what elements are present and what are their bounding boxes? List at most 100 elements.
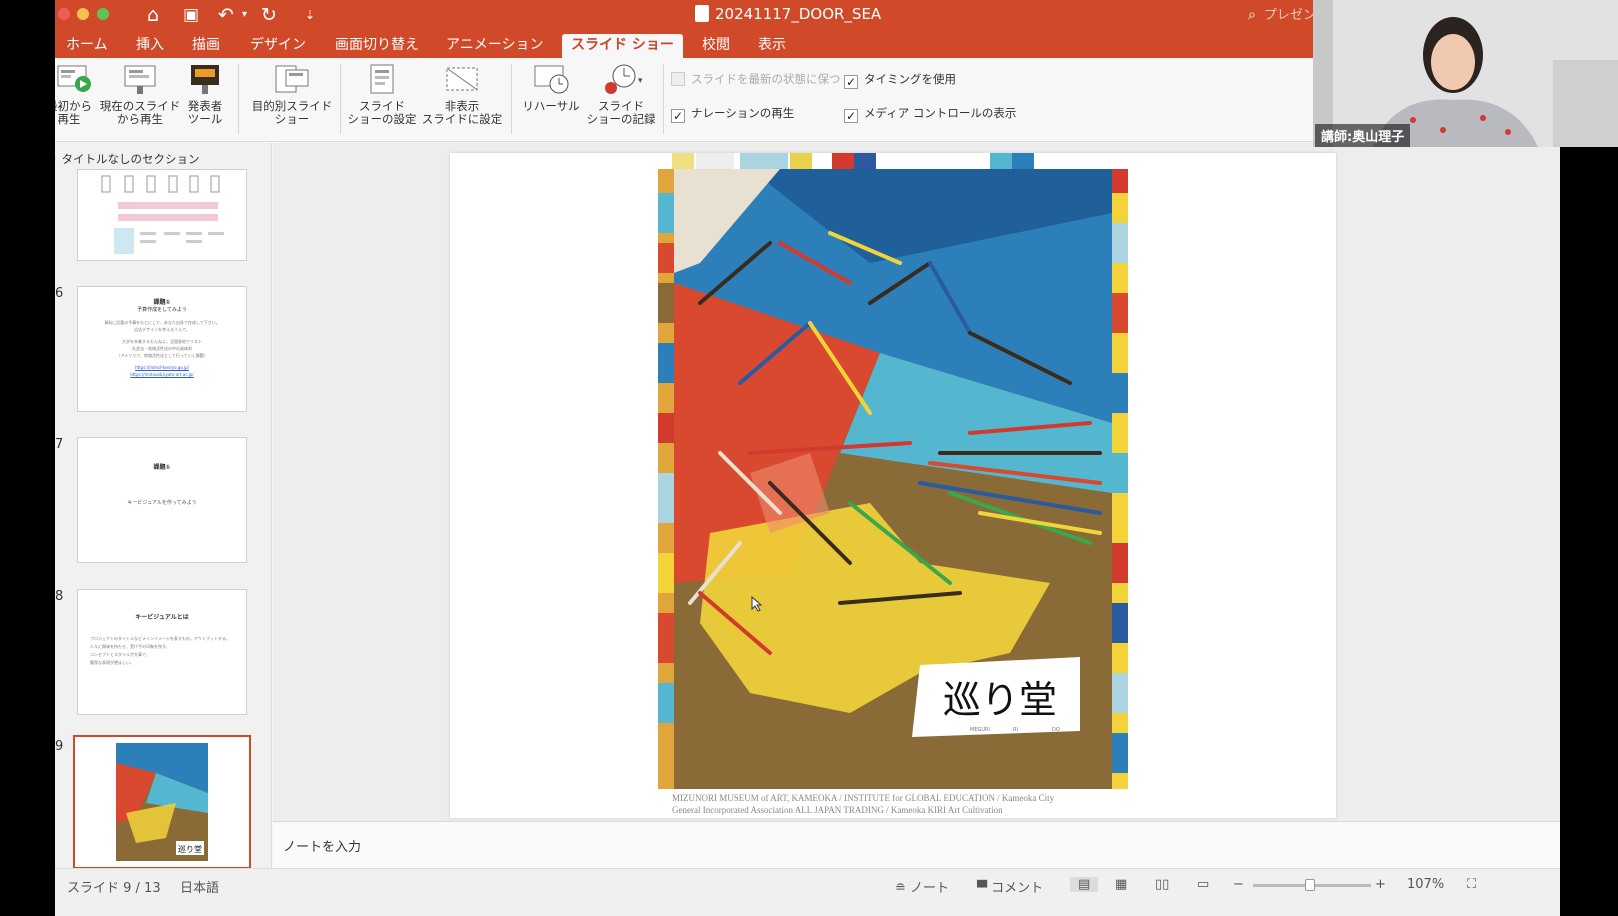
notes-button-label: ノート xyxy=(910,881,950,896)
customize-toolbar-icon[interactable]: ⇣ xyxy=(305,2,315,28)
poster-credit-line: General Incorporated Association ALL JAP… xyxy=(672,805,1003,815)
play-from-start-icon xyxy=(56,62,92,96)
slide-number: 8 xyxy=(55,589,64,604)
collapse-arrow-icon: ▾ xyxy=(55,156,56,166)
play-from-start-button[interactable]: 最初から 再生 xyxy=(55,62,93,126)
thumbnail-logo-text: 巡り堂 xyxy=(178,844,202,854)
notes-pane[interactable]: ノートを入力 xyxy=(273,821,1560,868)
zoom-slider-thumb[interactable] xyxy=(1305,879,1315,891)
thumbnail-body-line: 資料に記載の予算をもとにして、あなた自身で作成して下さい。 xyxy=(104,320,220,325)
current-slide[interactable]: 巡り堂 MEGURI RI DO MIZUNORI MUSEUM of ART,… xyxy=(450,153,1336,818)
slide-sorter-view-icon[interactable]: ▦ xyxy=(1115,877,1127,892)
thumbnail-diagram xyxy=(101,175,224,254)
tab-design[interactable]: デザイン xyxy=(241,34,315,58)
section-header[interactable]: ▾ タイトルなしのセクション xyxy=(55,151,200,167)
slide-thumbnail-selected[interactable]: 巡り堂 xyxy=(73,735,251,869)
checkbox-box xyxy=(671,72,685,86)
tab-insert[interactable]: 挿入 xyxy=(127,34,173,58)
zoom-level[interactable]: 107% xyxy=(1407,877,1444,892)
presenter-tools-button[interactable]: 発表者 ツール xyxy=(183,62,227,126)
custom-slideshow-label: 目的別スライド ショー xyxy=(251,99,333,126)
save-icon[interactable]: ▣ xyxy=(183,2,199,28)
slide-thumbnail[interactable]: 課題① 予算作成をしてみよう 資料に記載の予算をもとにして、あなた自身で作成して… xyxy=(77,286,247,412)
slide-thumbnail[interactable]: 課題① キービジュアルを作ってみよう xyxy=(77,437,247,563)
webcam-overlay: 講師:奥山理子 xyxy=(1313,0,1618,147)
close-window-button[interactable] xyxy=(58,8,70,20)
record-dropdown-icon[interactable]: ▾ xyxy=(638,76,643,86)
normal-view-icon[interactable]: ▤ xyxy=(1070,877,1099,892)
thumbnail-body-line: プロジェクトのタイトルなどメインイメージを表すもの。アウトプットする。 xyxy=(90,636,230,641)
slide-editing-canvas[interactable]: 巡り堂 MEGURI RI DO MIZUNORI MUSEUM of ART,… xyxy=(273,143,1560,821)
undo-dropdown-icon[interactable]: ▾ xyxy=(242,2,247,28)
zoom-out-button[interactable]: − xyxy=(1233,877,1244,892)
keep-updated-checkbox[interactable]: スライドを最新の状態に保つ xyxy=(671,71,841,87)
check-icon: ✓ xyxy=(671,109,685,123)
ribbon-separator xyxy=(238,64,239,134)
document-title: 20241117_DOOR_SEA xyxy=(715,5,882,23)
keep-updated-label: スライドを最新の状態に保つ xyxy=(691,72,841,86)
custom-slideshow-button[interactable]: 目的別スライド ショー xyxy=(247,62,337,126)
setup-slideshow-button[interactable]: スライド ショーの設定 xyxy=(347,62,417,126)
search-icon: ⌕ xyxy=(1248,7,1256,23)
thumbnail-body: キービジュアルを作ってみよう xyxy=(127,500,197,506)
presenter-tools-label: 発表者 ツール xyxy=(187,99,223,126)
presenter-name-label: 講師:奥山理子 xyxy=(1315,124,1411,147)
slideshow-view-icon[interactable]: ▭ xyxy=(1197,877,1209,892)
thumbnail-link: https://inimcf-kenryo.go.jp/ xyxy=(135,365,189,370)
poster-image[interactable]: 巡り堂 MEGURI RI DO MIZUNORI MUSEUM of ART,… xyxy=(450,153,1336,818)
tab-review[interactable]: 校閲 xyxy=(693,34,739,58)
rehearse-button[interactable]: リハーサル xyxy=(521,62,581,113)
comments-toggle-button[interactable]: ▀ コメント xyxy=(977,877,1043,896)
notes-toggle-button[interactable]: ≘ ノート xyxy=(895,877,949,896)
ribbon-separator xyxy=(663,64,664,134)
use-timings-checkbox[interactable]: ✓ タイミングを使用 xyxy=(844,71,956,89)
reading-view-icon[interactable]: ▯▯ xyxy=(1155,877,1169,892)
play-from-current-button[interactable]: 現在のスライド から再生 xyxy=(99,62,181,126)
slide-count: スライド 9 / 13 xyxy=(67,881,161,896)
undo-icon[interactable]: ↶ xyxy=(218,2,234,28)
hide-slide-button[interactable]: 非表示 スライドに設定 xyxy=(421,62,503,126)
rehearse-icon xyxy=(533,62,569,96)
record-slideshow-label: スライド ショーの記録 xyxy=(586,99,656,126)
zoom-slider[interactable] xyxy=(1253,879,1371,891)
custom-slideshow-icon xyxy=(274,62,310,96)
tab-animations[interactable]: アニメーション xyxy=(437,34,552,58)
language-indicator[interactable]: 日本語 xyxy=(180,877,219,896)
play-from-current-icon xyxy=(122,62,158,96)
thumbnail-body-line: 簡潔な表現が望ましい。 xyxy=(90,660,134,665)
notes-placeholder[interactable]: ノートを入力 xyxy=(283,836,361,855)
play-narrations-checkbox[interactable]: ✓ ナレーションの再生 xyxy=(671,105,794,123)
poster-logo-text: 巡り堂 xyxy=(943,678,1057,722)
maximize-window-button[interactable] xyxy=(97,8,109,20)
tab-slideshow[interactable]: スライド ショー xyxy=(562,34,683,58)
slide-thumbnail-pane[interactable]: ▾ タイトルなしのセクション 6 課題① 予算作成をしてみよう 資料に記載の予算を… xyxy=(55,143,272,886)
tab-view[interactable]: 表示 xyxy=(749,34,795,58)
rehearse-label: リハーサル xyxy=(522,99,580,113)
tab-transitions[interactable]: 画面切り替え xyxy=(326,34,428,58)
tab-home[interactable]: ホーム xyxy=(57,34,117,58)
minimize-window-button[interactable] xyxy=(77,8,89,20)
slide-thumbnail[interactable] xyxy=(77,169,247,261)
thumbnail-body-line: 人々に興味を持たせ、受け手の印象を残す。 xyxy=(90,644,170,649)
thumbnail-body-line: （アメリカで、地域活性化として行っていく課題） xyxy=(116,353,208,358)
zoom-in-button[interactable]: + xyxy=(1375,877,1386,892)
document-icon xyxy=(695,5,709,22)
tab-draw[interactable]: 描画 xyxy=(183,34,229,58)
status-bar: スライド 9 / 13 日本語 ≘ ノート ▀ コメント ▤ ▦ ▯▯ ▭ − … xyxy=(55,868,1560,916)
slide-number: 6 xyxy=(55,286,64,301)
presenter-tools-icon xyxy=(187,62,223,96)
ribbon-separator xyxy=(340,64,341,134)
slide-thumbnail[interactable]: キービジュアルとは プロジェクトのタイトルなどメインイメージを表すもの。アウトプ… xyxy=(77,589,247,715)
record-slideshow-button[interactable]: スライド ショーの記録 xyxy=(585,62,657,126)
fit-to-window-icon[interactable]: ⛶ xyxy=(1467,877,1476,892)
home-icon[interactable]: ⌂ xyxy=(147,2,159,28)
poster-logo-sub: RI xyxy=(1013,727,1018,733)
comment-icon: ▀ xyxy=(977,881,992,896)
thumbnail-title: 課題① xyxy=(153,299,171,306)
setup-slideshow-label: スライド ショーの設定 xyxy=(347,99,417,126)
redo-icon[interactable]: ↻ xyxy=(261,2,277,28)
poster-logo-sub: DO xyxy=(1052,727,1060,733)
thumbnail-body-line: 社会法・地域活性化の中の具体的 xyxy=(132,346,192,351)
setup-slideshow-icon xyxy=(364,62,400,96)
media-controls-checkbox[interactable]: ✓ メディア コントロールの表示 xyxy=(844,105,1016,123)
